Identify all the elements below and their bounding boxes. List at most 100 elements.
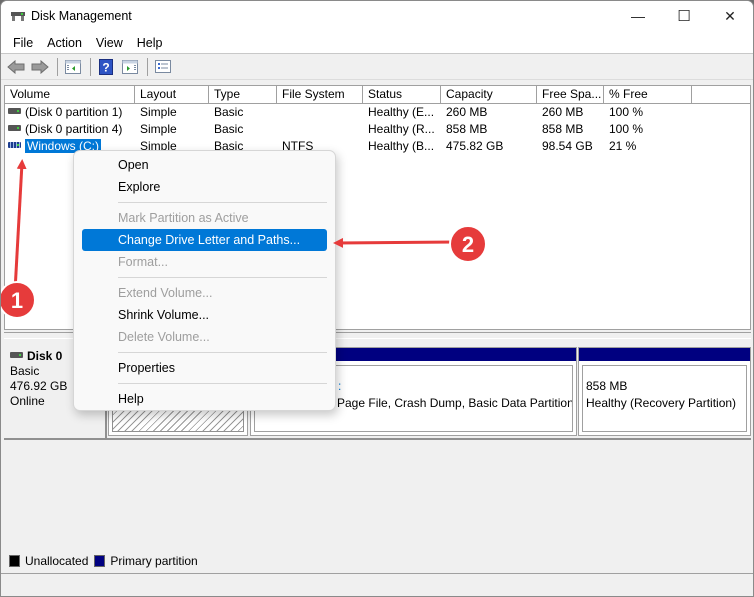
volume-icon bbox=[8, 125, 21, 131]
layout-cell: Simple bbox=[140, 122, 177, 136]
legend: Unallocated Primary partition bbox=[4, 551, 204, 571]
column-header-capacity[interactable]: Capacity bbox=[441, 86, 537, 103]
menu-view[interactable]: View bbox=[90, 36, 129, 50]
percent-free-cell: 21 % bbox=[609, 139, 637, 153]
disk-management-window: Disk Management — ☐ ✕ File Action View H… bbox=[0, 0, 754, 597]
toolbar-separator bbox=[90, 57, 91, 76]
unallocated-swatch bbox=[9, 555, 20, 567]
type-cell: Basic bbox=[214, 122, 244, 136]
legend-item-unallocated: Unallocated bbox=[9, 554, 88, 568]
toolbar-separator bbox=[147, 57, 148, 76]
minimize-button[interactable]: — bbox=[615, 1, 661, 31]
volume-name: (Disk 0 partition 4) bbox=[25, 122, 123, 136]
menu-item-help[interactable]: Help bbox=[82, 388, 327, 410]
properties-button[interactable] bbox=[152, 57, 174, 77]
legend-item-primary: Primary partition bbox=[94, 554, 198, 568]
menu-help[interactable]: Help bbox=[131, 36, 169, 50]
file-system-cell bbox=[277, 121, 363, 138]
close-button[interactable]: ✕ bbox=[707, 1, 753, 31]
menu-item-delete-volume: Delete Volume... bbox=[118, 330, 210, 344]
percent-free-cell: 100 % bbox=[609, 105, 644, 119]
column-header-blank bbox=[692, 86, 750, 103]
partition-status: Healthy (Recovery Partition) bbox=[586, 396, 737, 410]
context-menu: Open Explore Mark Partition as Active Ch… bbox=[73, 150, 336, 411]
status-bar bbox=[1, 573, 753, 596]
show-hide-console-tree-button[interactable] bbox=[62, 57, 84, 77]
menu-separator bbox=[118, 352, 327, 353]
minimize-icon: — bbox=[631, 8, 645, 24]
menu-item-extend-volume: Extend Volume... bbox=[118, 286, 213, 300]
status-cell: Healthy (B... bbox=[368, 139, 435, 153]
free-space-cell: 98.54 GB bbox=[542, 139, 593, 153]
column-header-type[interactable]: Type bbox=[209, 86, 277, 103]
menu-item-change-drive-letter[interactable]: Change Drive Letter and Paths... bbox=[82, 229, 327, 251]
column-header-volume[interactable]: Volume bbox=[5, 86, 135, 103]
disk-icon bbox=[10, 352, 23, 358]
help-icon: ? bbox=[99, 58, 113, 75]
status-cell: Healthy (R... bbox=[368, 122, 435, 136]
partition-bar bbox=[579, 348, 750, 361]
forward-button[interactable] bbox=[29, 57, 51, 77]
forward-icon bbox=[31, 59, 49, 74]
toolbar-separator bbox=[57, 57, 58, 76]
menu-item-shrink-volume[interactable]: Shrink Volume... bbox=[82, 304, 327, 326]
back-button[interactable] bbox=[5, 57, 27, 77]
show-hide-action-pane-button[interactable] bbox=[119, 57, 141, 77]
menu-file[interactable]: File bbox=[7, 36, 39, 50]
menu-separator bbox=[118, 202, 327, 203]
menu-item-properties[interactable]: Properties bbox=[82, 357, 327, 379]
menu-item-open[interactable]: Open bbox=[82, 154, 327, 176]
primary-partition-swatch bbox=[94, 555, 106, 567]
menu-item-format: Format... bbox=[118, 255, 169, 269]
layout-cell: Simple bbox=[140, 105, 177, 119]
disk-row-divider bbox=[107, 438, 751, 440]
menu-separator bbox=[118, 277, 327, 278]
column-header-status[interactable]: Status bbox=[363, 86, 441, 103]
maximize-button[interactable]: ☐ bbox=[661, 1, 707, 31]
menu-item-mark-partition-active: Mark Partition as Active bbox=[118, 211, 249, 225]
partition-size: 858 MB bbox=[586, 379, 628, 393]
column-header-file-system[interactable]: File System bbox=[277, 86, 363, 103]
menu-item-explore[interactable]: Explore bbox=[82, 176, 327, 198]
back-icon bbox=[7, 59, 25, 74]
menu-bar: File Action View Help bbox=[1, 33, 753, 54]
show-hide-action-pane-icon bbox=[122, 59, 138, 74]
percent-free-cell: 100 % bbox=[609, 122, 644, 136]
column-header-layout[interactable]: Layout bbox=[135, 86, 209, 103]
column-header-free-space[interactable]: Free Spa... bbox=[537, 86, 604, 103]
show-hide-console-tree-icon bbox=[65, 59, 81, 74]
partition-recovery[interactable]: 858 MB Healthy (Recovery Partition) bbox=[578, 347, 751, 436]
svg-text:?: ? bbox=[102, 60, 109, 74]
partition-body: 858 MB Healthy (Recovery Partition) bbox=[582, 365, 747, 432]
toolbar: ? bbox=[1, 54, 753, 80]
volume-icon bbox=[8, 142, 21, 148]
menu-separator bbox=[118, 383, 327, 384]
type-cell: Basic bbox=[214, 105, 244, 119]
legend-label: Primary partition bbox=[110, 554, 198, 568]
capacity-cell: 858 MB bbox=[446, 122, 488, 136]
capacity-cell: 260 MB bbox=[446, 105, 488, 119]
volume-icon bbox=[8, 108, 21, 114]
menu-action[interactable]: Action bbox=[41, 36, 88, 50]
capacity-cell: 475.82 GB bbox=[446, 139, 504, 153]
volume-name: (Disk 0 partition 1) bbox=[25, 105, 123, 119]
free-space-cell: 260 MB bbox=[542, 105, 584, 119]
title-bar: Disk Management — ☐ ✕ bbox=[1, 1, 753, 33]
help-button[interactable]: ? bbox=[95, 57, 117, 77]
table-row[interactable]: (Disk 0 partition 1) Simple Basic Health… bbox=[5, 104, 750, 121]
column-header-percent-free[interactable]: % Free bbox=[604, 86, 692, 103]
status-cell: Healthy (E... bbox=[368, 105, 435, 119]
volume-cell: (Disk 0 partition 1) bbox=[5, 104, 135, 121]
table-row[interactable]: (Disk 0 partition 4) Simple Basic Health… bbox=[5, 121, 750, 138]
properties-icon bbox=[155, 60, 171, 73]
close-icon: ✕ bbox=[724, 7, 736, 24]
volume-list-header: Volume Layout Type File System Status Ca… bbox=[5, 86, 750, 104]
legend-label: Unallocated bbox=[25, 554, 89, 568]
window-title: Disk Management bbox=[31, 9, 132, 23]
file-system-cell bbox=[277, 104, 363, 121]
volume-cell: (Disk 0 partition 4) bbox=[5, 121, 135, 138]
free-space-cell: 858 MB bbox=[542, 122, 584, 136]
maximize-icon: ☐ bbox=[677, 8, 691, 25]
disk-name: Disk 0 bbox=[27, 349, 63, 363]
disk-management-app-icon bbox=[11, 12, 25, 21]
